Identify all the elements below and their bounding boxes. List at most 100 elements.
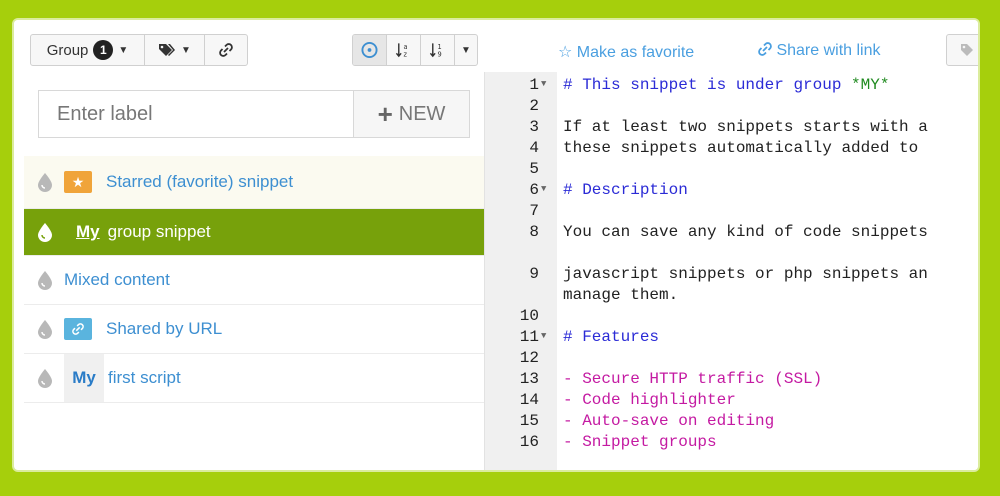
group-dropdown-button[interactable]: Group 1 ▼ [31, 35, 145, 65]
code-line: 3 If at least two snippets starts with a [485, 118, 978, 139]
line-number: 15 [519, 412, 539, 430]
code-line: 2 [485, 97, 978, 118]
group-prefix: My [76, 222, 100, 241]
code-text: these snippets automatically added to [563, 139, 919, 157]
code-text: manage them. [563, 286, 679, 304]
new-snippet-button[interactable]: + NEW [354, 90, 470, 138]
link-tag-icon [64, 318, 92, 340]
code-text: - Auto-save on editing [563, 412, 775, 430]
code-line: 8 You can save any kind of code snippets [485, 223, 978, 244]
sort-time-button[interactable] [353, 35, 387, 65]
code-line: 4 these snippets automatically added to [485, 139, 978, 160]
svg-text:z: z [404, 51, 408, 59]
make-favorite-button[interactable]: ☆ Make as favorite [558, 42, 694, 62]
code-emphasis: *MY* [851, 76, 890, 94]
line-number: 2 [529, 97, 539, 115]
line-number: 14 [519, 391, 539, 409]
tags-icon [159, 44, 176, 56]
code-line: 16 - Snippet groups [485, 433, 978, 454]
code-text: If at least two snippets starts with a [563, 118, 928, 136]
code-line: 9 javascript snippets or php snippets an [485, 265, 978, 286]
code-line: 14 - Code highlighter [485, 391, 978, 412]
drop-icon [38, 223, 52, 242]
group-label: Group [46, 41, 89, 59]
star-tag-icon: ★ [64, 171, 92, 193]
group-button-group: Group 1 ▼ ▼ [30, 34, 248, 66]
tag-button[interactable] [947, 35, 978, 65]
code-text: - Code highlighter [563, 391, 736, 409]
sort-alpha-button[interactable]: a z [387, 35, 421, 65]
sort-dropdown-button[interactable]: ▼ [455, 35, 477, 65]
code-line: 10 [485, 307, 978, 328]
share-link-button[interactable]: Share with link [758, 42, 881, 60]
code-text: You can save any kind of code snippets [563, 223, 928, 241]
line-number: 11 [519, 328, 539, 346]
chevron-down-icon: ▼ [118, 44, 129, 56]
code-line: 7 [485, 202, 978, 223]
star-icon: ☆ [558, 44, 573, 61]
drop-icon [38, 369, 52, 388]
sort-button-group: a z 1 9 ▼ [352, 34, 478, 66]
snippet-panel: + NEW ★ Starred (favorite) snippet My gr [24, 72, 485, 470]
snippet-item-first-script[interactable]: My first script [24, 354, 484, 403]
tag-filter-button[interactable] [946, 34, 978, 66]
line-number: 1 [529, 76, 539, 94]
plus-icon: + [377, 98, 393, 129]
chevron-down-icon: ▼ [181, 44, 191, 56]
link-icon [72, 323, 84, 335]
drop-icon [38, 271, 52, 290]
code-line: 5 [485, 160, 978, 181]
line-number: 12 [519, 349, 539, 367]
fold-arrow-icon[interactable]: ▼ [541, 79, 546, 89]
link-icon [758, 42, 772, 56]
make-favorite-label: Make as favorite [576, 44, 695, 61]
snippet-label: Starred (favorite) snippet [106, 172, 294, 191]
code-line: 11 ▼ # Features [485, 328, 978, 349]
sort-number-button[interactable]: 1 9 [421, 35, 455, 65]
link-button[interactable] [205, 35, 247, 65]
code-text-part: # This snippet is under group [563, 76, 852, 94]
code-line: 1 ▼ # This snippet is under group *MY* [485, 76, 978, 97]
line-number: 13 [519, 370, 539, 388]
line-number: 10 [519, 307, 539, 325]
clock-icon [361, 41, 378, 59]
code-line: 15 - Auto-save on editing [485, 412, 978, 433]
sort-number-icon: 1 9 [429, 43, 442, 59]
code-editor[interactable]: 1 ▼ # This snippet is under group *MY* 2… [485, 72, 978, 470]
share-link-label: Share with link [776, 42, 881, 59]
line-number: 5 [529, 160, 539, 178]
snippet-item-mixed[interactable]: Mixed content [24, 256, 484, 305]
snippet-item-shared[interactable]: Shared by URL [24, 305, 484, 354]
line-number: 3 [529, 118, 539, 136]
fold-arrow-icon[interactable]: ▼ [541, 184, 546, 194]
snippet-label: Mixed content [64, 270, 170, 289]
code-text: javascript snippets or php snippets an [563, 265, 928, 283]
svg-text:9: 9 [438, 51, 442, 59]
code-text: - Secure HTTP traffic (SSL) [563, 370, 823, 388]
snippet-item-starred[interactable]: ★ Starred (favorite) snippet [24, 156, 484, 209]
label-row: + NEW [38, 90, 470, 138]
label-input[interactable] [38, 90, 354, 138]
snippet-label: Shared by URL [106, 319, 223, 338]
chevron-down-icon: ▼ [461, 44, 471, 56]
line-number: 6 [529, 181, 539, 199]
group-prefix: My [64, 354, 104, 402]
line-number: 7 [529, 202, 539, 220]
fold-arrow-icon[interactable]: ▼ [541, 331, 546, 341]
code-text: # This snippet is under group *MY* [563, 76, 889, 94]
code-text: - Snippet groups [563, 433, 717, 451]
sort-alpha-icon: a z [395, 43, 408, 59]
code-line: 12 [485, 349, 978, 370]
snippet-item-group[interactable]: My group snippet [24, 209, 484, 256]
snippet-label: group snippet [107, 222, 211, 241]
tags-dropdown-button[interactable]: ▼ [145, 35, 205, 65]
snippet-list: ★ Starred (favorite) snippet My group sn… [24, 156, 484, 403]
code-line: 13 - Secure HTTP traffic (SSL) [485, 370, 978, 391]
drop-icon [38, 320, 52, 339]
line-number: 8 [529, 223, 539, 241]
line-number: 4 [529, 139, 539, 157]
code-line: 6 ▼ # Description [485, 181, 978, 202]
code-text: # Description [563, 181, 688, 199]
code-text: # Features [563, 328, 660, 346]
new-snippet-label: NEW [398, 102, 446, 125]
